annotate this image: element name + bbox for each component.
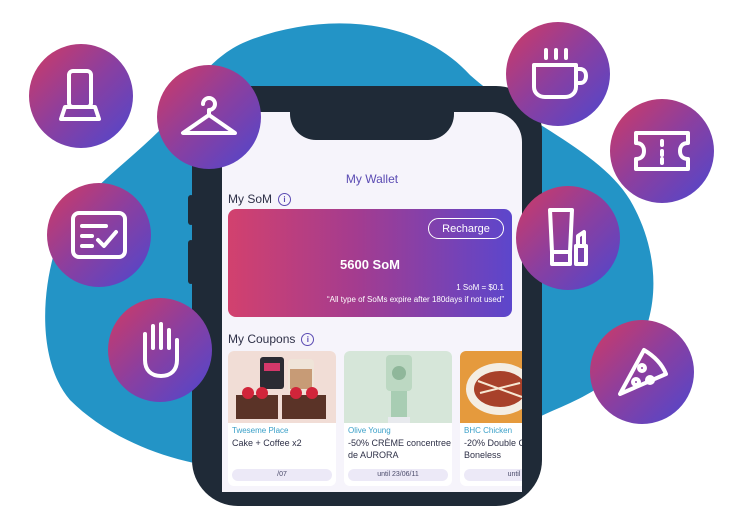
coupon-image-chicken [460,351,522,423]
coupon-name: Cake + Coffee x2 [232,438,302,448]
coupon-brand: Tweseme Place [232,426,289,435]
phone-notch [290,86,454,140]
phone-side-button [188,240,194,284]
som-expire-note: “All type of SoMs expire after 180days i… [327,295,504,304]
checklist-icon [47,183,151,287]
kiosk-icon [29,44,133,148]
som-balance-card: Recharge 5600 SoM 1 SoM = $0.1 “All type… [228,209,512,317]
coupon-name: -20% Double C Pop. Boneless [464,438,522,460]
hanger-icon [157,65,261,169]
coupon-image-cream-tube [344,351,452,423]
info-icon[interactable]: i [301,332,315,346]
coupon-image-cake-coffee [228,351,336,423]
som-label: My SoM [228,192,273,206]
coupon-validity: until 23/06/11 [348,469,448,481]
ticket-icon [610,99,714,203]
coupon-card[interactable]: Tweseme Place Cake + Coffee x2 /07 [228,351,336,486]
coupons-section-header: My Coupons i [228,332,315,346]
info-icon[interactable]: i [278,192,292,206]
som-section-header: My SoM i [228,192,292,206]
coffee-cup-icon [506,22,610,126]
som-balance: 5600 SoM [340,257,400,272]
coupon-card[interactable]: BHC Chicken -20% Double C Pop. Boneless … [460,351,522,486]
page-title: My Wallet [345,172,399,186]
hand-icon [108,298,212,402]
coupons-label: My Coupons [228,332,296,346]
coupon-validity: until [464,469,522,481]
coupon-brand: Olive Young [348,426,391,435]
cosmetics-icon [516,186,620,290]
coupon-name: -50% CRÈME concentree de AURORA [348,438,452,460]
pizza-slice-icon [590,320,694,424]
phone-screen: My Wallet My SoM i Recharge 5600 SoM 1 S… [222,112,522,492]
coupon-validity: /07 [232,469,332,481]
coupon-card[interactable]: Olive Young -50% CRÈME concentree de AUR… [344,351,452,486]
recharge-button[interactable]: Recharge [428,218,504,239]
coupon-brand: BHC Chicken [464,426,513,435]
phone-side-button [188,195,194,225]
som-rate: 1 SoM = $0.1 [456,283,504,292]
